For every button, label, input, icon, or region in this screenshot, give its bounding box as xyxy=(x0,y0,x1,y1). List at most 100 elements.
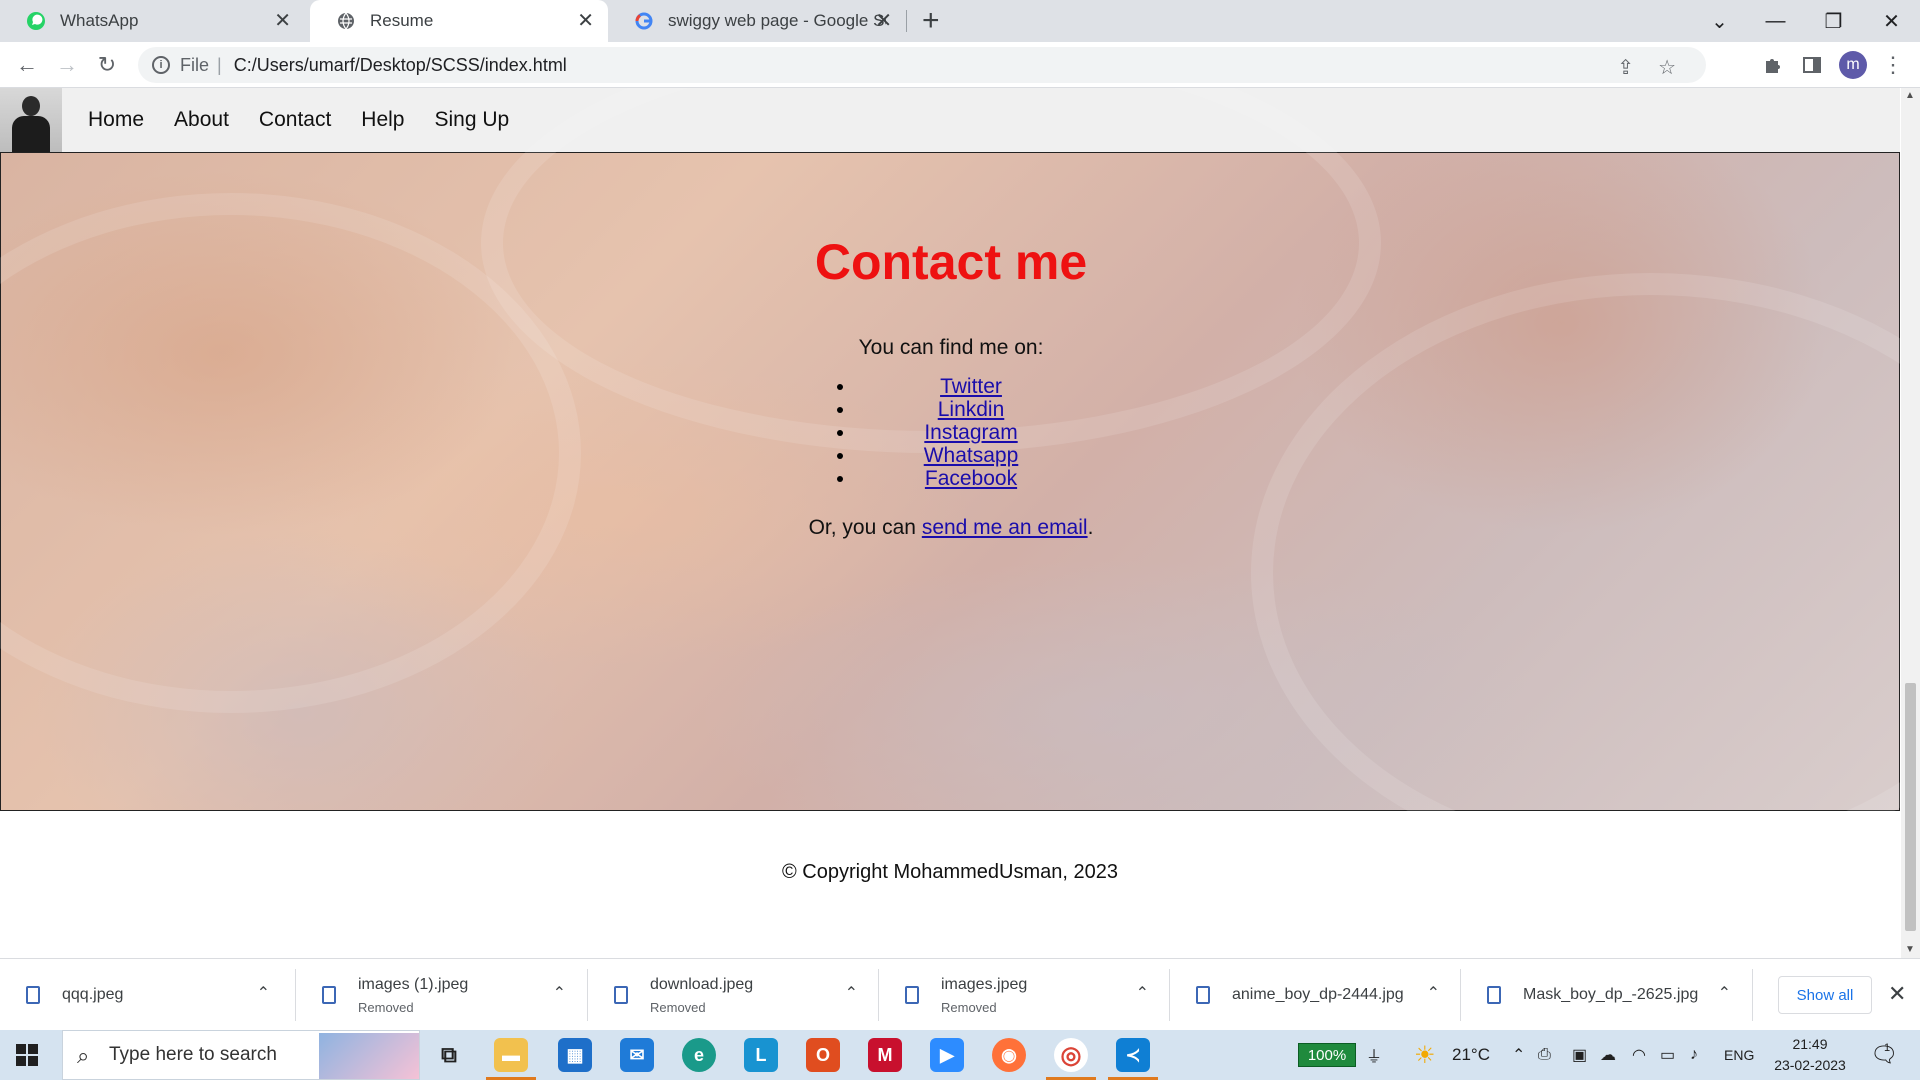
whatsapp-link[interactable]: Whatsapp xyxy=(924,444,1019,467)
download-name: images.jpeg xyxy=(941,975,1028,993)
clock[interactable]: 21:49 23-02-2023 xyxy=(1772,1034,1848,1076)
site-logo[interactable] xyxy=(0,88,62,152)
email-link[interactable]: send me an email xyxy=(922,516,1088,539)
file-explorer-icon[interactable]: ▬ xyxy=(494,1038,528,1072)
screen: WhatsApp ✕ Resume ✕ swiggy web page - Go… xyxy=(0,0,1920,1080)
file-icon xyxy=(26,986,40,1004)
chevron-up-icon[interactable]: ⌃ xyxy=(1512,1030,1525,1080)
chevron-up-icon[interactable]: ⌃ xyxy=(257,983,270,1003)
file-icon xyxy=(1487,986,1501,1004)
chevron-up-icon[interactable]: ⌃ xyxy=(1718,983,1731,1003)
twitter-link[interactable]: Twitter xyxy=(940,375,1002,398)
facebook-link[interactable]: Facebook xyxy=(925,467,1017,490)
tab-whatsapp[interactable]: WhatsApp ✕ xyxy=(0,0,305,42)
back-button[interactable]: ← xyxy=(10,48,44,82)
linkedin-link[interactable]: Linkdin xyxy=(938,398,1005,421)
page-scrollbar[interactable]: ▲ ▼ xyxy=(1901,88,1920,958)
copyright-text: © Copyright MohammedUsman, 2023 xyxy=(782,861,1118,883)
nav-help[interactable]: Help xyxy=(361,108,404,132)
battery-icon[interactable]: ▭ xyxy=(1660,1030,1675,1080)
download-item[interactable]: download.jpeg Removed ⌃ xyxy=(588,959,880,1031)
forward-button[interactable]: → xyxy=(50,48,84,82)
zoom-icon[interactable]: ▶ xyxy=(930,1038,964,1072)
mail-icon[interactable]: ✉ xyxy=(620,1038,654,1072)
edge-icon[interactable]: e xyxy=(682,1038,716,1072)
close-tab-icon[interactable]: ✕ xyxy=(274,11,291,31)
device-icon[interactable]: ▣ xyxy=(1572,1030,1587,1080)
restore-button[interactable]: ❐ xyxy=(1806,0,1861,42)
show-all-button[interactable]: Show all xyxy=(1778,976,1872,1014)
nav-contact[interactable]: Contact xyxy=(259,108,331,132)
download-status: Removed xyxy=(941,999,997,1015)
scrollbar-thumb[interactable] xyxy=(1905,683,1916,931)
divider xyxy=(1752,969,1753,1021)
tab-google-search[interactable]: swiggy web page - Google Searc ✕ xyxy=(608,0,906,42)
email-prefix: Or, you can xyxy=(808,516,922,539)
info-icon[interactable]: i xyxy=(152,56,170,74)
new-tab-button[interactable]: + xyxy=(922,6,940,36)
extensions-puzzle-icon[interactable] xyxy=(1756,48,1790,82)
chevron-up-icon[interactable]: ⌃ xyxy=(1427,983,1440,1003)
download-item[interactable]: images (1).jpeg Removed ⌃ xyxy=(296,959,588,1031)
close-tab-icon[interactable]: ✕ xyxy=(577,11,594,31)
printer-icon[interactable]: ⎙ xyxy=(1538,1030,1551,1080)
chevron-up-icon[interactable]: ⌃ xyxy=(845,983,858,1003)
microsoft-store-icon[interactable]: ▦ xyxy=(558,1038,592,1072)
nav-about[interactable]: About xyxy=(174,108,229,132)
download-name: Mask_boy_dp_-2625.jpg xyxy=(1523,986,1699,1003)
nav-signup[interactable]: Sing Up xyxy=(435,108,510,132)
notification-icon[interactable]: 🗨 xyxy=(1870,1030,1898,1080)
close-downloads-icon[interactable]: ✕ xyxy=(1888,981,1906,1007)
menu-kebab-icon[interactable]: ⋮ xyxy=(1876,48,1910,82)
office-icon[interactable]: O xyxy=(806,1038,840,1072)
list-item: Whatsapp xyxy=(856,444,1086,467)
chevron-up-icon[interactable]: ⌃ xyxy=(553,983,566,1003)
file-icon xyxy=(1196,986,1210,1004)
language-indicator[interactable]: ENG xyxy=(1724,1030,1754,1080)
vscode-icon[interactable]: ≺ xyxy=(1116,1038,1150,1072)
contact-heading: Contact me xyxy=(814,234,1088,290)
address-bar[interactable]: i File | C:/Users/umarf/Desktop/SCSS/ind… xyxy=(138,47,1706,83)
nav-home[interactable]: Home xyxy=(88,108,144,132)
instagram-link[interactable]: Instagram xyxy=(924,421,1017,444)
task-view-icon[interactable]: ⧉ xyxy=(432,1038,466,1072)
wifi-icon[interactable]: ◠ xyxy=(1632,1030,1646,1080)
address-divider: | xyxy=(217,54,222,75)
download-item[interactable]: qqq.jpeg ⌃ xyxy=(0,959,292,1031)
side-panel-icon[interactable] xyxy=(1795,48,1829,82)
file-icon xyxy=(614,986,628,1004)
temperature-text[interactable]: 21°C xyxy=(1452,1030,1490,1080)
taskbar-search[interactable]: ⌕ Type here to search xyxy=(62,1030,420,1080)
cloud-icon[interactable]: ☁ xyxy=(1600,1030,1616,1080)
contact-section: Contact me You can find me on: Twitter L… xyxy=(0,88,1920,873)
battery-percent-badge[interactable]: 100% xyxy=(1298,1043,1356,1067)
scroll-down-arrow-icon[interactable]: ▼ xyxy=(1905,944,1915,955)
minimize-button[interactable]: — xyxy=(1748,0,1803,42)
download-status: Removed xyxy=(650,999,706,1015)
mcafee-icon[interactable]: M xyxy=(868,1038,902,1072)
windows-start-icon[interactable] xyxy=(16,1044,38,1066)
download-item[interactable]: Mask_boy_dp_-2625.jpg ⌃ xyxy=(1461,959,1753,1031)
close-window-button[interactable]: ✕ xyxy=(1864,0,1919,42)
chrome-icon[interactable]: ◎ xyxy=(1054,1038,1088,1072)
volume-icon[interactable]: ♪ xyxy=(1690,1030,1698,1080)
bookmark-star-icon[interactable]: ☆ xyxy=(1658,55,1676,80)
tab-search-chevron-icon[interactable]: ⌄ xyxy=(1692,0,1747,42)
share-icon[interactable]: ⇪ xyxy=(1617,55,1634,80)
download-item[interactable]: images.jpeg Removed ⌃ xyxy=(879,959,1171,1031)
site-nav-links: Home About Contact Help Sing Up xyxy=(88,108,539,132)
close-tab-icon[interactable]: ✕ xyxy=(875,11,892,31)
scroll-up-arrow-icon[interactable]: ▲ xyxy=(1905,90,1915,101)
firefox-icon[interactable]: ◉ xyxy=(992,1038,1026,1072)
logo-figure-body xyxy=(12,116,50,152)
reload-button[interactable]: ↻ xyxy=(90,48,124,82)
download-item[interactable]: anime_boy_dp-2444.jpg ⌃ xyxy=(1170,959,1462,1031)
chevron-up-icon[interactable]: ⌃ xyxy=(1136,983,1149,1003)
weather-icon[interactable]: ☀ xyxy=(1414,1030,1436,1080)
logo-figure-head xyxy=(22,96,40,116)
l-app-icon[interactable]: L xyxy=(744,1038,778,1072)
site-footer: © Copyright MohammedUsman, 2023 xyxy=(0,811,1900,958)
list-item: Facebook xyxy=(856,467,1086,490)
profile-avatar[interactable]: m xyxy=(1839,51,1867,79)
tab-resume[interactable]: Resume ✕ xyxy=(310,0,608,42)
